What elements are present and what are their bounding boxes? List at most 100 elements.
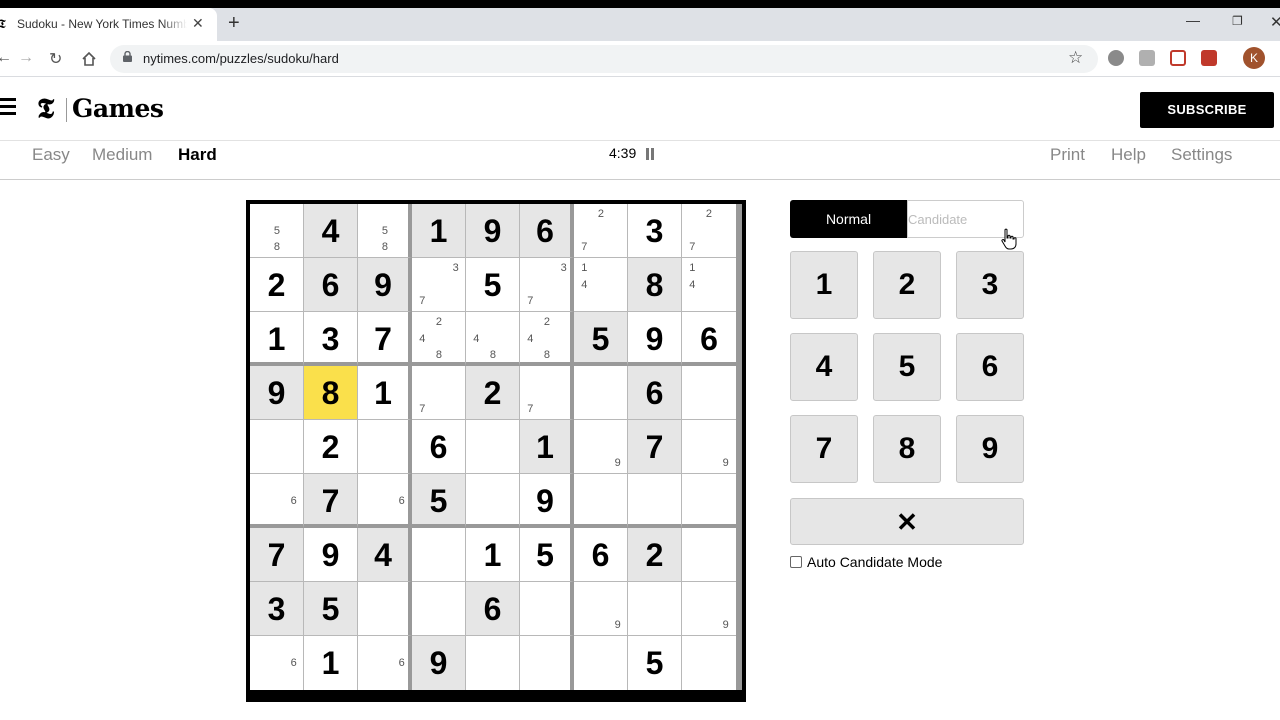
sudoku-cell[interactable]: 6: [250, 474, 304, 528]
sudoku-cell[interactable]: 8: [628, 258, 682, 312]
minimize-icon[interactable]: —: [1186, 12, 1200, 28]
level-medium[interactable]: Medium: [92, 145, 152, 165]
sudoku-cell[interactable]: 6: [412, 420, 466, 474]
sudoku-cell[interactable]: [520, 636, 574, 690]
sudoku-cell[interactable]: [574, 366, 628, 420]
sudoku-cell[interactable]: 1: [466, 528, 520, 582]
sudoku-cell[interactable]: [682, 366, 736, 420]
erase-button[interactable]: ✕: [790, 498, 1024, 545]
reload-icon[interactable]: ↻: [49, 49, 62, 69]
sudoku-cell[interactable]: 6: [682, 312, 736, 366]
number-key[interactable]: 2: [873, 251, 941, 319]
sudoku-cell[interactable]: [466, 636, 520, 690]
auto-candidate-toggle[interactable]: Auto Candidate Mode: [790, 554, 942, 570]
sudoku-cell[interactable]: [574, 474, 628, 528]
sudoku-cell[interactable]: 9: [628, 312, 682, 366]
settings-link[interactable]: Settings: [1171, 145, 1232, 165]
sudoku-cell[interactable]: 37: [520, 258, 574, 312]
sudoku-cell[interactable]: 5: [520, 528, 574, 582]
bookmark-star-icon[interactable]: ☆: [1068, 48, 1083, 68]
sudoku-cell[interactable]: 6: [628, 366, 682, 420]
sudoku-cell[interactable]: 3: [250, 582, 304, 636]
skype-extension-icon[interactable]: [1108, 50, 1124, 66]
sudoku-cell[interactable]: 1: [250, 312, 304, 366]
sudoku-cell[interactable]: 6: [466, 582, 520, 636]
sudoku-cell[interactable]: 2: [304, 420, 358, 474]
sudoku-cell[interactable]: 7: [358, 312, 412, 366]
home-icon[interactable]: [81, 51, 97, 67]
sudoku-cell[interactable]: 8: [304, 366, 358, 420]
window-close-icon[interactable]: ✕: [1270, 13, 1280, 31]
back-icon[interactable]: ←: [0, 49, 12, 67]
sudoku-cell[interactable]: 7: [250, 528, 304, 582]
number-key[interactable]: 1: [790, 251, 858, 319]
number-key[interactable]: 9: [956, 415, 1024, 483]
number-key[interactable]: 6: [956, 333, 1024, 401]
sudoku-cell[interactable]: [682, 528, 736, 582]
sudoku-cell[interactable]: [574, 636, 628, 690]
sudoku-cell[interactable]: 6: [304, 258, 358, 312]
sudoku-cell[interactable]: 58: [250, 204, 304, 258]
sudoku-cell[interactable]: 9: [250, 366, 304, 420]
sudoku-cell[interactable]: 27: [682, 204, 736, 258]
sudoku-cell[interactable]: 3: [628, 204, 682, 258]
nyt-logo-icon[interactable]: 𝕿: [37, 92, 54, 126]
browser-tab[interactable]: 𝕿 Sudoku - New York Times Number Puzzles…: [0, 8, 217, 41]
sudoku-cell[interactable]: 3: [304, 312, 358, 366]
sudoku-cell[interactable]: 2: [628, 528, 682, 582]
sudoku-cell[interactable]: 9: [304, 528, 358, 582]
sudoku-cell[interactable]: 6: [250, 636, 304, 690]
extension-icon[interactable]: [1139, 50, 1155, 66]
sudoku-cell[interactable]: 6: [520, 204, 574, 258]
sudoku-cell[interactable]: [412, 528, 466, 582]
sudoku-cell[interactable]: [682, 474, 736, 528]
sudoku-cell[interactable]: 4: [358, 528, 412, 582]
sudoku-cell[interactable]: [466, 420, 520, 474]
restore-icon[interactable]: ❐: [1232, 14, 1243, 28]
sudoku-cell[interactable]: 2: [466, 366, 520, 420]
sudoku-cell[interactable]: 9: [682, 420, 736, 474]
auto-candidate-checkbox[interactable]: [790, 556, 802, 568]
sudoku-cell[interactable]: 9: [682, 582, 736, 636]
pause-icon[interactable]: [646, 147, 656, 160]
sudoku-cell[interactable]: 9: [520, 474, 574, 528]
profile-avatar[interactable]: K: [1243, 47, 1265, 69]
sudoku-cell[interactable]: 27: [574, 204, 628, 258]
sudoku-cell[interactable]: 14: [682, 258, 736, 312]
sudoku-cell[interactable]: 9: [412, 636, 466, 690]
sudoku-cell[interactable]: 9: [574, 582, 628, 636]
sudoku-cell[interactable]: 9: [358, 258, 412, 312]
sudoku-cell[interactable]: 6: [358, 636, 412, 690]
sudoku-cell[interactable]: [358, 582, 412, 636]
sudoku-cell[interactable]: 1: [358, 366, 412, 420]
menu-icon[interactable]: [0, 98, 16, 119]
sudoku-cell[interactable]: [466, 474, 520, 528]
new-tab-icon[interactable]: +: [228, 12, 240, 35]
sudoku-cell[interactable]: 6: [574, 528, 628, 582]
sudoku-cell[interactable]: 7: [520, 366, 574, 420]
close-icon[interactable]: ✕: [192, 15, 204, 32]
sudoku-cell[interactable]: [628, 582, 682, 636]
level-hard[interactable]: Hard: [178, 145, 217, 165]
print-link[interactable]: Print: [1050, 145, 1085, 165]
sudoku-cell[interactable]: [682, 636, 736, 690]
sudoku-cell[interactable]: 5: [628, 636, 682, 690]
sudoku-cell[interactable]: 248: [520, 312, 574, 366]
sudoku-cell[interactable]: [628, 474, 682, 528]
number-key[interactable]: 4: [790, 333, 858, 401]
help-link[interactable]: Help: [1111, 145, 1146, 165]
sudoku-cell[interactable]: 5: [574, 312, 628, 366]
number-key[interactable]: 3: [956, 251, 1024, 319]
sudoku-cell[interactable]: 14: [574, 258, 628, 312]
sudoku-cell[interactable]: 48: [466, 312, 520, 366]
sudoku-cell[interactable]: 6: [358, 474, 412, 528]
sudoku-cell[interactable]: 7: [304, 474, 358, 528]
number-key[interactable]: 5: [873, 333, 941, 401]
sudoku-cell[interactable]: 1: [304, 636, 358, 690]
sudoku-cell[interactable]: [358, 420, 412, 474]
sudoku-cell[interactable]: 9: [574, 420, 628, 474]
sudoku-cell[interactable]: 7: [412, 366, 466, 420]
sudoku-cell[interactable]: [520, 582, 574, 636]
sudoku-cell[interactable]: 58: [358, 204, 412, 258]
forward-icon[interactable]: →: [18, 49, 34, 67]
